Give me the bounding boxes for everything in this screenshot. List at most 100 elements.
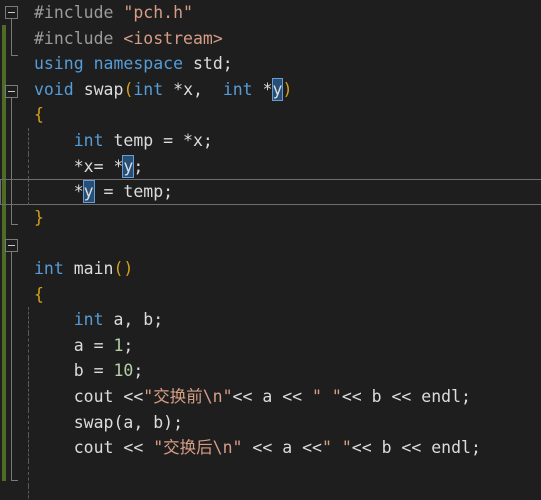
fold-toggle-main-function[interactable] <box>5 239 18 252</box>
function-name-token: swap <box>83 79 124 99</box>
code-token: x <box>192 130 203 150</box>
preprocessor-token: #include <box>34 3 114 22</box>
fold-toggle-include-block[interactable] <box>5 6 18 19</box>
code-line[interactable]: int main() <box>22 256 541 282</box>
code-token: x <box>83 156 94 176</box>
indent-guide <box>28 358 29 384</box>
code-token: = temp; <box>93 182 174 202</box>
indent-guide <box>28 127 29 154</box>
function-name-token: main <box>73 258 114 278</box>
highlighted-identifier: y <box>123 155 134 177</box>
keyword-token: int <box>222 79 253 99</box>
code-line[interactable]: cout <<"交换前\n"<< a << " "<< b << endl; <box>22 383 541 410</box>
code-line[interactable]: { <box>22 102 541 128</box>
code-line[interactable]: swap(a, b); <box>22 409 541 436</box>
code-line[interactable] <box>22 460 541 487</box>
editor-gutter[interactable] <box>0 0 22 500</box>
string-literal-token: " " <box>312 386 342 406</box>
keyword-token: using <box>34 54 84 74</box>
code-line[interactable]: *x= *y; <box>22 153 541 180</box>
code-token: ; <box>123 335 134 355</box>
keyword-token: namespace <box>93 54 184 74</box>
fold-guide-elbow <box>11 224 18 225</box>
code-token: ; <box>133 361 144 381</box>
fold-toggle-swap-function[interactable] <box>5 85 18 98</box>
fold-guide-line <box>11 19 12 55</box>
code-line[interactable]: a = 1; <box>22 332 541 359</box>
keyword-token: int <box>34 258 64 278</box>
code-token: a, b; <box>103 310 164 330</box>
code-token: x <box>183 79 193 99</box>
code-token: temp = * <box>103 130 193 150</box>
indent-guide <box>28 435 29 461</box>
brace-token: { <box>34 105 44 125</box>
indent-guide <box>28 460 29 487</box>
code-editor[interactable]: #include "pch.h" #include <iostream> using… <box>0 0 541 500</box>
code-token: * <box>163 79 184 99</box>
brace-token: () <box>113 258 134 278</box>
code-line[interactable]: int temp = *x; <box>22 127 541 154</box>
code-token: swap(a, b); <box>34 412 184 432</box>
fold-guide-elbow <box>11 480 18 481</box>
code-line[interactable]: *y = temp; <box>0 179 541 205</box>
code-line[interactable]: } <box>22 205 541 231</box>
code-token: << a << <box>232 386 313 406</box>
code-line[interactable] <box>22 486 541 500</box>
indent-guide <box>28 486 29 500</box>
fold-guide-elbow <box>11 55 18 56</box>
string-literal-token: "交换后\n" <box>153 438 243 458</box>
indent-guide <box>28 383 29 410</box>
code-token: ; <box>133 156 144 176</box>
indent-guide <box>28 409 29 436</box>
code-token: a = <box>34 335 114 355</box>
code-line[interactable]: int a, b; <box>22 307 541 333</box>
code-token: cout << <box>34 386 144 406</box>
string-literal-token: <iostream> <box>123 28 223 48</box>
code-token: * <box>34 182 84 202</box>
brace-token: ( <box>123 79 134 99</box>
code-line[interactable]: using namespace std; <box>22 51 541 77</box>
code-token: * <box>34 156 84 176</box>
keyword-token: int <box>133 79 164 99</box>
preprocessor-token: #include <box>34 28 114 48</box>
code-line[interactable]: #include "pch.h" <box>22 0 541 26</box>
code-line[interactable]: void swap(int *x, int *y) <box>22 77 541 103</box>
keyword-token: int <box>73 310 104 330</box>
string-literal-token: " " <box>321 438 352 458</box>
indent-guide <box>28 179 29 205</box>
code-line[interactable]: b = 10; <box>22 358 541 384</box>
indent-guide <box>28 307 29 333</box>
code-text-area[interactable]: #include "pch.h" #include <iostream> using… <box>0 0 541 500</box>
indent-guide <box>28 332 29 359</box>
code-token: ; <box>202 130 213 150</box>
code-line[interactable]: cout << "交换后\n" << a <<" "<< b << endl; <box>22 435 541 461</box>
code-line[interactable] <box>22 230 541 256</box>
code-token: ; <box>222 54 233 74</box>
number-literal-token: 1 <box>113 335 124 355</box>
fold-guide-line <box>11 98 12 224</box>
code-token: , <box>193 79 223 99</box>
brace-token: { <box>34 284 44 304</box>
code-token: b = <box>34 361 114 381</box>
highlighted-identifier: y <box>272 78 283 100</box>
fold-guide-line <box>11 252 12 480</box>
string-literal-token: "交换前\n" <box>143 386 233 406</box>
number-literal-token: 10 <box>113 361 134 381</box>
keyword-token: int <box>73 130 104 150</box>
code-token: = * <box>93 156 124 176</box>
code-token: << b << endl; <box>341 386 471 406</box>
code-token: * <box>252 79 273 99</box>
current-line-edge <box>0 179 1 205</box>
code-token: << b << endl; <box>351 438 481 458</box>
code-line[interactable]: { <box>22 282 541 308</box>
indent-guide <box>28 153 29 180</box>
code-line[interactable]: #include <iostream> <box>22 26 541 52</box>
